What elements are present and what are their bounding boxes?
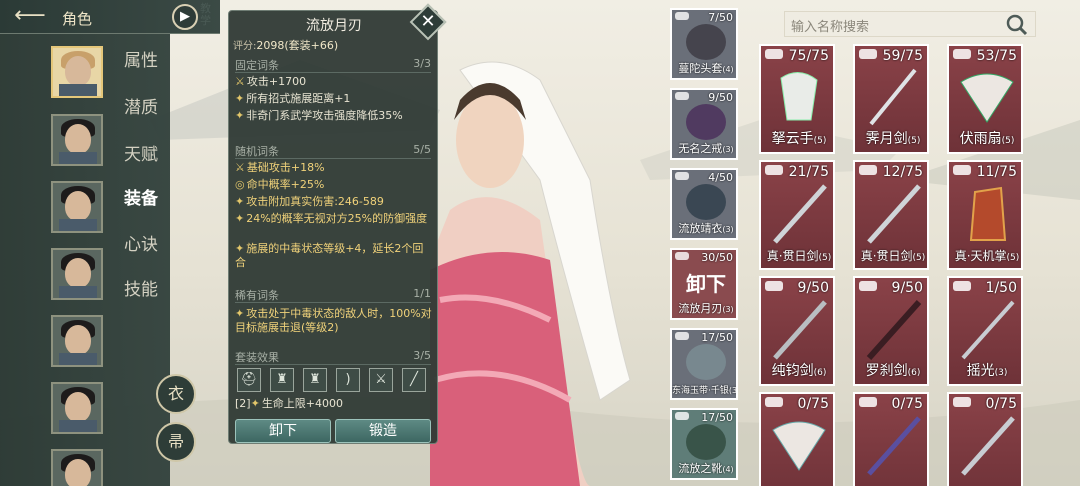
inventory-item[interactable]: 59/75 霁月剑(5) (853, 44, 929, 154)
equipped-slot[interactable]: 17/50 流放之靴(4) (670, 408, 738, 480)
rare-affix-header: 稀有词条 1/1 (235, 287, 431, 303)
affix-line: ◎ 命中概率+25% (235, 178, 325, 191)
play-icon[interactable]: ▶ (172, 4, 198, 30)
tutorial-label[interactable]: 教学 (200, 3, 212, 27)
character-portrait[interactable] (51, 382, 103, 434)
equipped-slot[interactable]: 17/50东海玉带·千银(3) (670, 328, 738, 400)
tooltip-title: 流放月刃 (306, 18, 362, 34)
inventory-item[interactable]: 0/75 (759, 392, 835, 486)
inventory-item[interactable]: 21/75 真·贯日剑(5) (759, 160, 835, 270)
nav-skills[interactable]: 技能 (124, 275, 158, 300)
affix-line: ✦ 非奇门系武学攻击强度降低35% (235, 109, 403, 122)
equipped-slot[interactable]: 4/50 流放靖衣(3) (670, 168, 738, 240)
broom-icon[interactable]: 帚 (156, 422, 196, 462)
nav-equipment[interactable]: 装备 (124, 184, 158, 209)
inventory-item[interactable]: 53/75 伏雨扇(5) (947, 44, 1023, 154)
nav-talent[interactable]: 天赋 (124, 140, 158, 165)
forge-button[interactable]: 锻造 (335, 419, 431, 443)
character-portrait[interactable] (51, 181, 103, 233)
inventory-item[interactable]: 11/75 真·天机掌(5) (947, 160, 1023, 270)
robe-icon[interactable]: 衣 (156, 374, 196, 414)
inventory-item[interactable]: 9/50 纯钧剑(6) (759, 276, 835, 386)
item-tooltip: 流放月刃 ✕ 评分:2098(套装+66) 固定词条 3/3 ⚔ 攻击+1700 ✦… (228, 3, 447, 444)
character-portrait[interactable] (51, 315, 103, 367)
equipped-slot[interactable]: 7/50 蔓陀头套(4) (670, 8, 738, 80)
set-bow-icon[interactable]: ) (336, 368, 360, 392)
affix-line: ✦ 攻击处于中毒状态的敌人时，100%对目标施展击退(等级2) (235, 307, 432, 334)
set-armor-icon[interactable]: ♜ (270, 368, 294, 392)
inventory-item[interactable]: 9/50 罗刹剑(6) (853, 276, 929, 386)
set-sword-icon[interactable]: ╱ (402, 368, 426, 392)
unequip-overlay[interactable]: 卸下 (672, 268, 736, 297)
set-effect-header: 套装效果 3/5 (235, 349, 431, 365)
affix-line: ⚔ 攻击+1700 (235, 75, 307, 88)
character-portrait[interactable] (51, 46, 103, 98)
random-affix-header: 随机词条 5/5 (235, 143, 431, 159)
search-input[interactable]: 输入名称搜索 (791, 16, 869, 35)
equipped-slot[interactable]: 9/50 无名之戒(3) (670, 88, 738, 160)
search-icon[interactable] (1005, 13, 1029, 37)
inventory-item[interactable]: 75/75 拏云手(5) (759, 44, 835, 154)
back-arrow-icon[interactable]: ⟵ (4, 4, 56, 30)
affix-line: ✦ 攻击附加真实伤害:246-589 (235, 195, 384, 208)
page-title: 角色 (62, 10, 93, 28)
inventory-item[interactable]: 12/75 真·贯日剑(5) (853, 160, 929, 270)
equipped-column: 7/50 蔓陀头套(4) 9/50 无名之戒(3) 4/50 流放靖衣(3) 30/5… (668, 0, 742, 486)
inventory-item[interactable]: 0/75 (947, 392, 1023, 486)
affix-line: ⚔ 基础攻击+18% (235, 161, 325, 174)
affix-line: ✦ 施展的中毒状态等级+4，延长2个回合 (235, 242, 424, 269)
inventory-item[interactable]: 1/50 摇光(3) (947, 276, 1023, 386)
top-bar: ⟵ 角色 ▶ 教学 (0, 0, 220, 34)
character-portrait[interactable] (51, 248, 103, 300)
set-piece-icons: ⛑ ♜ ♜ ) ⚔ ╱ (237, 368, 433, 394)
equipped-slot-selected[interactable]: 30/50 卸下 流放月刃(3) (670, 248, 738, 320)
inventory-item[interactable]: 0/75 (853, 392, 929, 486)
character-figure (430, 60, 650, 486)
fixed-affix-header: 固定词条 3/3 (235, 57, 431, 73)
affix-line: ✦ 所有招式施展距离+1 (235, 92, 351, 105)
unequip-button[interactable]: 卸下 (235, 419, 331, 443)
set-blade-icon[interactable]: ⚔ (369, 368, 393, 392)
nav-potential[interactable]: 潜质 (124, 93, 158, 118)
set-bonus-line: [2]✦ 生命上限+4000 (235, 397, 344, 410)
character-portrait[interactable] (51, 449, 103, 486)
set-helmet-icon[interactable]: ⛑ (237, 368, 261, 392)
nav-mantra[interactable]: 心诀 (124, 230, 158, 255)
affix-line: ✦ 24%的概率无视对方25%的防御强度 (235, 212, 428, 225)
character-portrait[interactable] (51, 114, 103, 166)
set-belt-icon[interactable]: ♜ (303, 368, 327, 392)
search-bar[interactable]: 输入名称搜索 (784, 11, 1036, 37)
nav-attributes[interactable]: 属性 (124, 46, 158, 71)
score: 评分:2098(套装+66) (233, 39, 339, 52)
